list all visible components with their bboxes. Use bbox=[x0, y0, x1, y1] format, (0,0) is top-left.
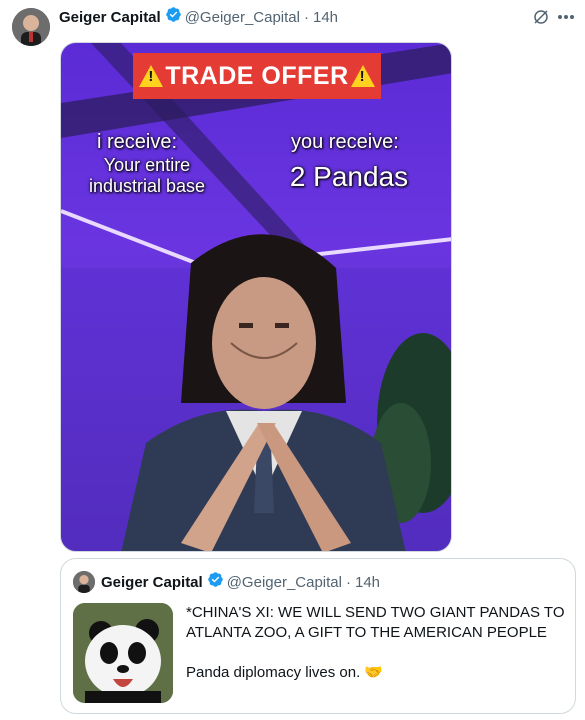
warning-icon bbox=[139, 65, 164, 87]
meme-image[interactable]: TRADE OFFER i receive: Your entire indus… bbox=[60, 42, 452, 552]
tweet-header: Geiger Capital @Geiger_Capital · 14h bbox=[59, 6, 338, 28]
grok-icon[interactable] bbox=[530, 6, 552, 28]
panda-thumbnail bbox=[73, 603, 173, 703]
more-icon[interactable] bbox=[554, 6, 578, 28]
verified-badge-icon bbox=[165, 6, 182, 28]
tweet-time[interactable]: 14h bbox=[313, 9, 338, 26]
quoted-author-name: Geiger Capital bbox=[101, 573, 203, 591]
banner-text: TRADE OFFER bbox=[165, 61, 349, 90]
trade-offer-banner: TRADE OFFER bbox=[133, 53, 381, 99]
quoted-tweet-text: *CHINA'S XI: WE WILL SEND TWO GIANT PAND… bbox=[186, 603, 566, 683]
warning-icon bbox=[350, 65, 375, 87]
right-value: 2 Pandas bbox=[289, 161, 409, 192]
meme-scene bbox=[61, 43, 451, 551]
verified-badge-icon bbox=[207, 571, 224, 593]
quoted-author-handle: @Geiger_Capital bbox=[226, 573, 342, 591]
separator: · bbox=[346, 573, 351, 591]
quoted-headline: *CHINA'S XI: WE WILL SEND TWO GIANT PAND… bbox=[186, 604, 565, 641]
left-value: Your entire industrial base bbox=[88, 155, 206, 196]
author-name[interactable]: Geiger Capital bbox=[59, 9, 161, 26]
quoted-time: 14h bbox=[355, 573, 381, 591]
quoted-author-avatar[interactable] bbox=[73, 571, 95, 593]
separator: · bbox=[304, 8, 309, 26]
quoted-header: Geiger Capital @Geiger_Capital · 14h bbox=[101, 571, 380, 593]
author-handle[interactable]: @Geiger_Capital bbox=[185, 9, 300, 26]
right-label: you receive: bbox=[291, 131, 399, 153]
quoted-comment: Panda diplomacy lives on. 🤝 bbox=[186, 664, 384, 681]
author-avatar[interactable] bbox=[12, 8, 50, 46]
quoted-tweet[interactable]: Geiger Capital @Geiger_Capital · 14h *CH… bbox=[60, 558, 576, 714]
left-label: i receive: bbox=[97, 131, 178, 153]
